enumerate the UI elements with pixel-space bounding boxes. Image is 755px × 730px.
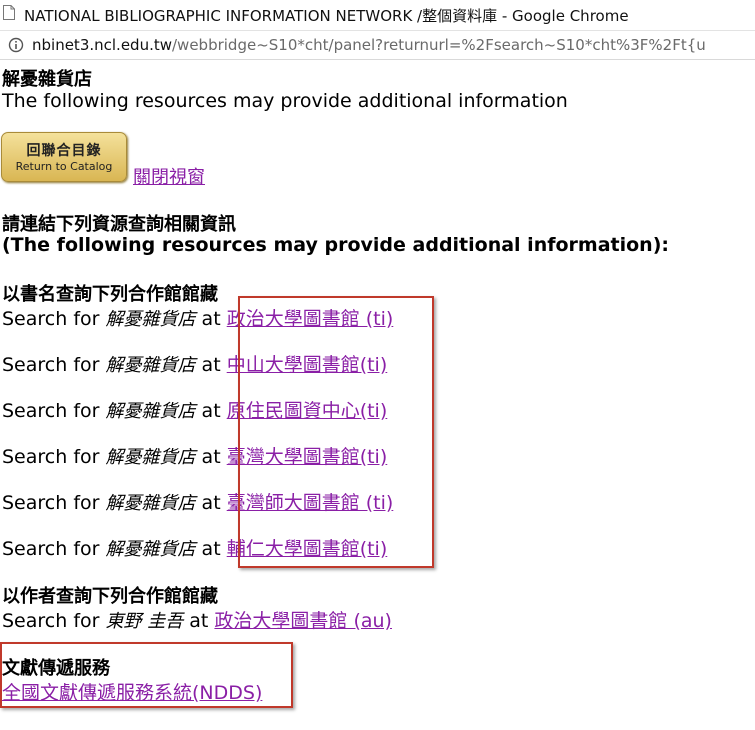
return-button-zh-label: 回聯合目錄 (26, 143, 102, 159)
at-label: at (189, 610, 209, 632)
url-text[interactable]: nbinet3.ncl.edu.tw/webbridge~S10*cht/pan… (32, 36, 706, 54)
search-prefix: Search for (2, 446, 100, 468)
search-prefix: Search for (2, 308, 100, 330)
at-label: at (201, 354, 221, 376)
search-prefix: Search for (2, 400, 100, 422)
library-link-nccu-au[interactable]: 政治大學圖書館 (au) (214, 610, 392, 632)
search-prefix: Search for (2, 610, 100, 632)
search-query: 解憂雜貨店 (105, 447, 196, 468)
search-prefix: Search for (2, 354, 100, 376)
close-window-link[interactable]: 關閉視窗 (133, 163, 205, 189)
highlight-box-title-links (238, 296, 434, 568)
page-subtitle: The following resources may provide addi… (2, 90, 568, 112)
author-section-heading: 以作者查詢下列合作館館藏 (2, 586, 218, 607)
intro-en: (The following resources may provide add… (2, 234, 669, 256)
page-title: 解憂雜貨店 (2, 69, 92, 90)
return-button-en-label: Return to Catalog (15, 160, 113, 173)
search-query: 解憂雜貨店 (105, 539, 196, 560)
search-prefix: Search for (2, 492, 100, 514)
address-bar[interactable]: nbinet3.ncl.edu.tw/webbridge~S10*cht/pan… (0, 31, 755, 60)
intro-zh: 請連結下列資源查詢相關資訊 (2, 214, 236, 235)
highlight-box-delivery (0, 642, 293, 708)
author-query: 東野 圭吾 (105, 611, 184, 632)
author-search-row: Search for 東野 圭吾 at 政治大學圖書館 (au) (2, 606, 392, 633)
search-query: 解憂雜貨店 (105, 309, 196, 330)
url-host: nbinet3.ncl.edu.tw (32, 36, 172, 54)
search-query: 解憂雜貨店 (105, 401, 196, 422)
at-label: at (201, 446, 221, 468)
window-titlebar: NATIONAL BIBLIOGRAPHIC INFORMATION NETWO… (0, 0, 755, 31)
page-content: 解憂雜貨店 The following resources may provid… (0, 60, 755, 730)
window-title: NATIONAL BIBLIOGRAPHIC INFORMATION NETWO… (24, 7, 629, 25)
document-icon (3, 5, 15, 20)
info-icon[interactable] (8, 37, 24, 53)
search-prefix: Search for (2, 538, 100, 560)
at-label: at (201, 538, 221, 560)
url-path: /webbridge~S10*cht/panel?returnurl=%2Fse… (172, 36, 706, 54)
title-section-heading: 以書名查詢下列合作館館藏 (2, 284, 218, 305)
at-label: at (201, 400, 221, 422)
search-query: 解憂雜貨店 (105, 355, 196, 376)
at-label: at (201, 308, 221, 330)
return-to-catalog-button[interactable]: 回聯合目錄 Return to Catalog (1, 132, 127, 182)
search-query: 解憂雜貨店 (105, 493, 196, 514)
at-label: at (201, 492, 221, 514)
